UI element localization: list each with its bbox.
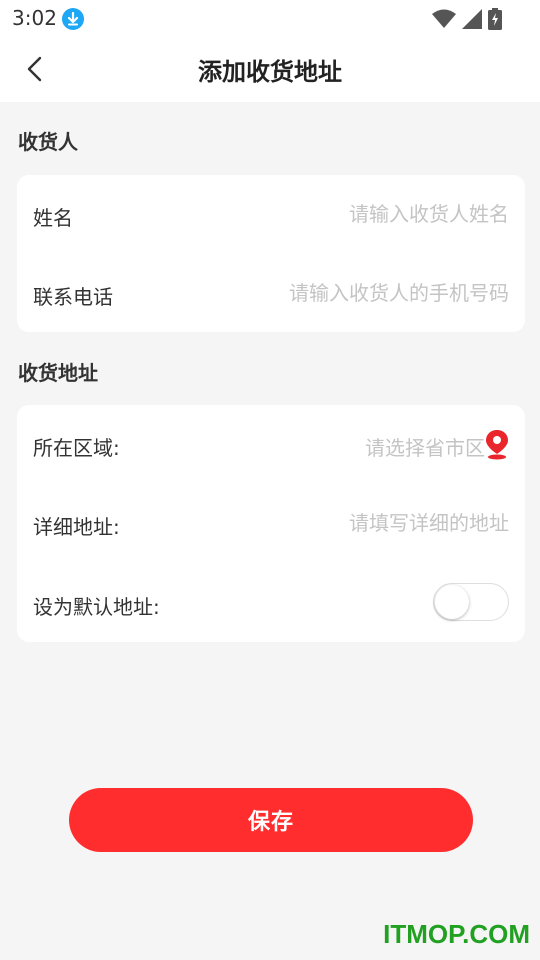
default-row: 设为默认地址: xyxy=(17,583,525,623)
watermark-logo: ITMOP.COM xyxy=(383,919,530,949)
status-icons xyxy=(432,8,502,30)
phone-row: 联系电话 xyxy=(17,273,525,313)
region-label: 所在区域: xyxy=(33,436,120,460)
detail-input[interactable] xyxy=(209,507,509,539)
toggle-knob xyxy=(435,585,469,619)
detail-label: 详细地址: xyxy=(33,515,120,539)
name-row: 姓名 xyxy=(17,194,525,234)
location-pin-icon[interactable] xyxy=(485,430,509,460)
signal-icon xyxy=(462,9,482,29)
phone-label: 联系电话 xyxy=(33,285,113,309)
default-label: 设为默认地址: xyxy=(33,595,160,619)
save-button[interactable]: 保存 xyxy=(69,788,473,852)
name-label: 姓名 xyxy=(33,206,73,230)
region-row[interactable]: 所在区域: 请选择省市区 xyxy=(17,424,525,464)
recipient-section-title: 收货人 xyxy=(18,130,78,154)
default-address-toggle[interactable] xyxy=(433,583,509,621)
page-title: 添加收货地址 xyxy=(198,58,342,86)
app-header: 添加收货地址 xyxy=(0,36,540,102)
wifi-icon xyxy=(432,9,456,29)
address-card: 所在区域: 请选择省市区 详细地址: 设为默认地址: xyxy=(17,405,525,642)
status-time: 3:02 xyxy=(12,6,57,30)
detail-row: 详细地址: xyxy=(17,503,525,543)
phone-input[interactable] xyxy=(209,277,509,309)
name-input[interactable] xyxy=(209,198,509,230)
download-icon xyxy=(62,8,84,30)
battery-charging-icon xyxy=(488,8,502,30)
address-section-title: 收货地址 xyxy=(18,361,98,385)
region-selector[interactable]: 请选择省市区 xyxy=(365,432,485,461)
status-bar: 3:02 xyxy=(0,0,540,36)
recipient-card: 姓名 联系电话 xyxy=(17,175,525,332)
